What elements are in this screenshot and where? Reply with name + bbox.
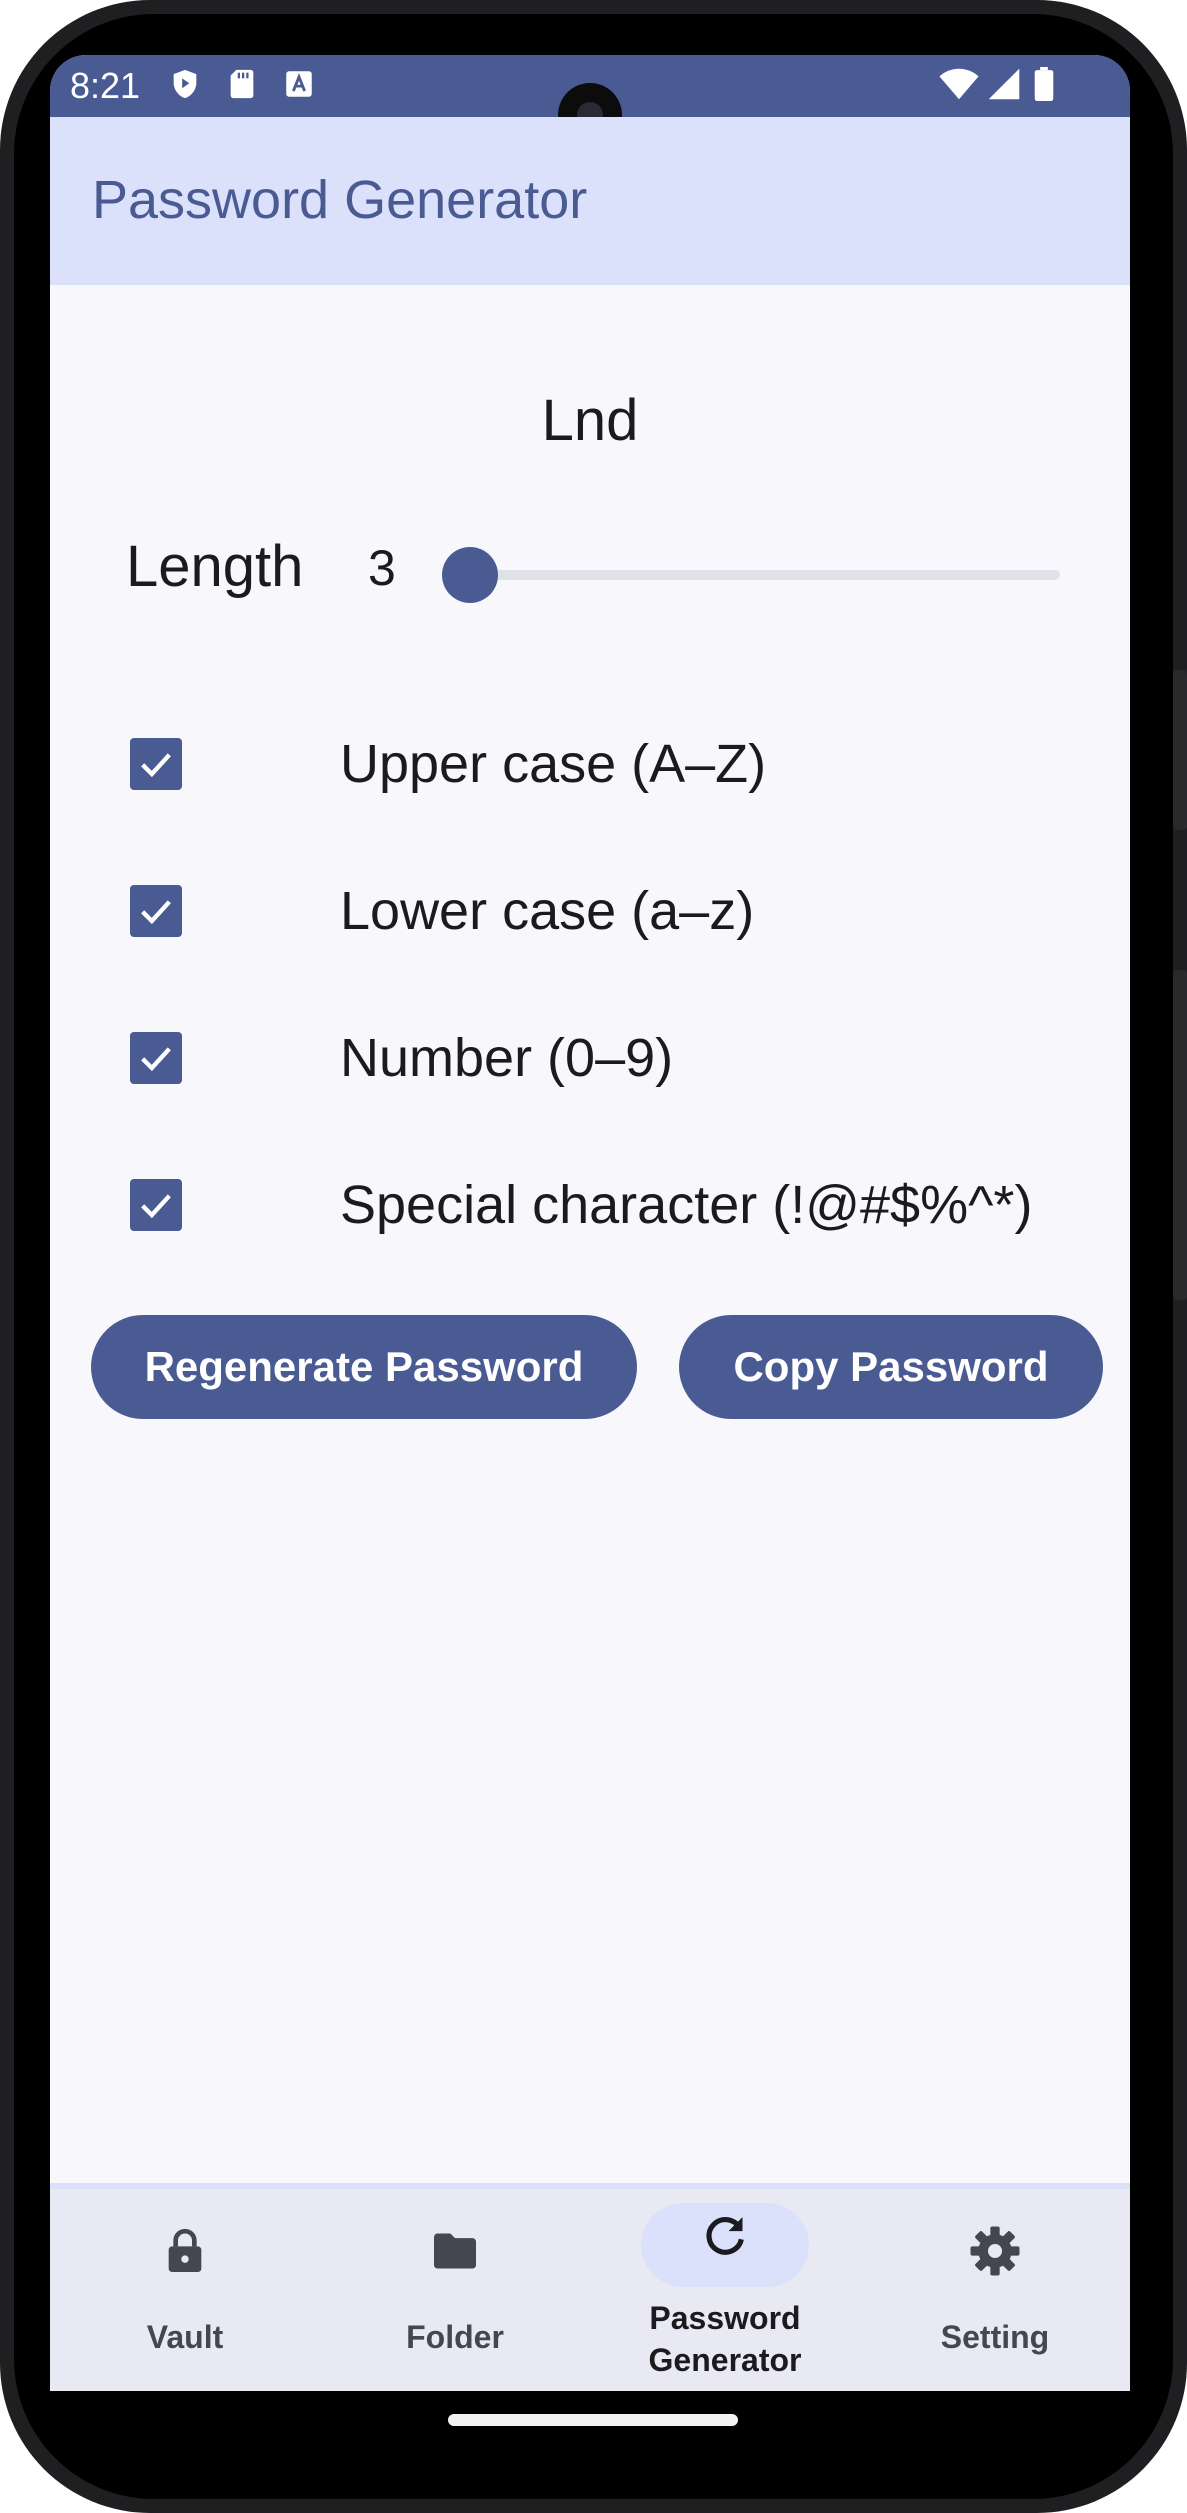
lowercase-checkbox[interactable] <box>130 885 182 937</box>
copy-password-button[interactable]: Copy Password <box>679 1315 1103 1419</box>
lock-icon <box>168 2228 202 2272</box>
power-button <box>1173 970 1187 1300</box>
refresh-icon <box>706 2217 744 2255</box>
page-title: Password Generator <box>92 170 588 230</box>
uppercase-checkbox[interactable] <box>130 738 182 790</box>
number-checkbox[interactable] <box>130 1032 182 1084</box>
signal-icon <box>988 68 1020 100</box>
nav-item-vault[interactable]: Vault <box>50 2189 320 2391</box>
option-lowercase[interactable]: Lower case (a–z) <box>130 870 1030 950</box>
option-special[interactable]: Special character (!@#$%^*) <box>130 1164 1033 1244</box>
sd-card-icon <box>230 69 254 99</box>
nav-label: Password Generator <box>590 2297 860 2381</box>
nav-label-line2: Generator <box>648 2342 802 2378</box>
length-label: Length <box>126 534 304 599</box>
option-uppercase[interactable]: Upper case (A–Z) <box>130 723 1030 803</box>
screen: 8:21 Password Generator Lnd Length 3 Upp… <box>50 55 1130 2391</box>
nav-label: Vault <box>146 2319 224 2355</box>
status-time: 8:21 <box>70 65 141 106</box>
generated-password: Lnd <box>541 388 639 453</box>
option-label: Upper case (A–Z) <box>340 734 767 794</box>
check-icon <box>141 753 171 778</box>
wifi-icon <box>939 68 979 100</box>
bottom-navigation: Vault Folder Password Generator Setting <box>50 2183 1130 2391</box>
length-value: 3 <box>368 540 396 596</box>
nav-item-folder[interactable]: Folder <box>320 2189 590 2391</box>
option-label: Number (0–9) <box>340 1028 674 1088</box>
nav-label: Setting <box>940 2319 1050 2355</box>
slider-thumb[interactable] <box>442 547 498 603</box>
slider-track[interactable] <box>470 570 1060 580</box>
regenerate-password-button[interactable]: Regenerate Password <box>91 1315 637 1419</box>
gear-icon <box>970 2226 1020 2276</box>
nav-item-password-generator[interactable]: Password Generator <box>590 2189 860 2391</box>
check-icon <box>141 1047 171 1072</box>
folder-icon <box>434 2233 476 2269</box>
shield-icon <box>173 69 197 99</box>
phone-frame: 8:21 Password Generator Lnd Length 3 Upp… <box>0 0 1187 2513</box>
battery-icon <box>1034 67 1054 101</box>
volume-button <box>1173 670 1187 830</box>
nav-label: Folder <box>406 2319 504 2355</box>
check-icon <box>141 900 171 925</box>
option-label: Special character (!@#$%^*) <box>340 1175 1033 1235</box>
check-icon <box>141 1194 171 1219</box>
length-slider[interactable] <box>430 535 1130 615</box>
nav-item-setting[interactable]: Setting <box>860 2189 1130 2391</box>
option-label: Lower case (a–z) <box>340 881 755 941</box>
option-number[interactable]: Number (0–9) <box>130 1017 1030 1097</box>
top-app-bar: Password Generator <box>50 117 1130 285</box>
home-indicator[interactable] <box>448 2414 738 2426</box>
text-recognition-icon <box>286 71 312 97</box>
special-checkbox[interactable] <box>130 1179 182 1231</box>
nav-label-line1: Password <box>649 2300 801 2336</box>
